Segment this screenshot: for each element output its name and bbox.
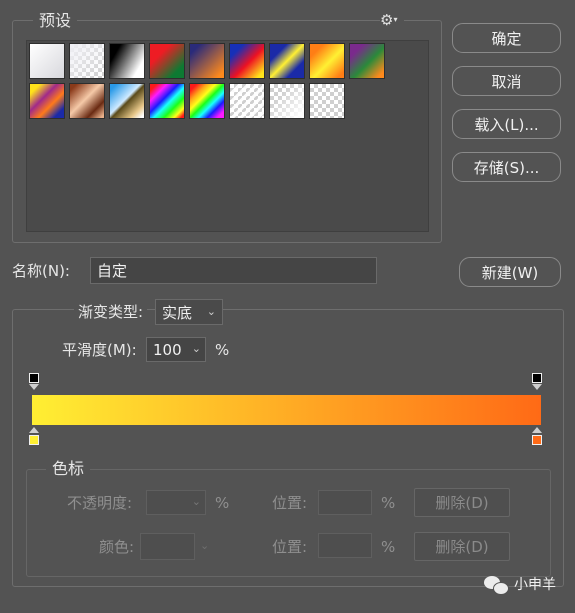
chevron-down-icon: ▾ [393, 15, 398, 24]
preset-red-green[interactable] [149, 43, 185, 79]
ok-button[interactable]: 确定 [452, 23, 561, 53]
gear-icon[interactable]: ⚙▾ [380, 10, 404, 30]
name-input[interactable]: 自定 [90, 257, 377, 284]
color-stop-swatch [29, 435, 39, 445]
delete-opacity-stop-button: 删除(D) [414, 488, 510, 517]
cancel-button[interactable]: 取消 [452, 66, 561, 96]
preset-transparent-stripes[interactable] [229, 83, 265, 119]
gradient-bar[interactable] [32, 395, 541, 425]
stop-pointer [532, 384, 542, 390]
color-location-percent: % [381, 538, 396, 556]
gradient-type-label: 渐变类型: [74, 302, 148, 322]
presets-legend: 预设 [33, 11, 78, 31]
chevron-down-icon: ⌄ [191, 342, 201, 355]
opacity-location-percent: % [381, 494, 396, 512]
preset-foreground-to-background[interactable] [29, 43, 65, 79]
color-stop-left[interactable] [28, 427, 40, 447]
save-button[interactable]: 存储(S)... [452, 152, 561, 182]
color-location-input [318, 533, 372, 558]
smoothness-value: 100 [153, 340, 182, 359]
opacity-input: ⌄ [146, 490, 206, 515]
preset-black-white[interactable] [109, 43, 145, 79]
name-label: 名称(N): [12, 262, 70, 280]
preset-violet-green-orange[interactable] [349, 43, 385, 79]
load-button[interactable]: 载入(L)... [452, 109, 561, 139]
preset-orange-yellow-orange[interactable] [309, 43, 345, 79]
smoothness-label: 平滑度(M): [62, 341, 137, 359]
stops-legend: 色标 [46, 459, 91, 479]
stop-pointer [29, 384, 39, 390]
preset-blue-red-yellow[interactable] [229, 43, 265, 79]
preset-violet-orange[interactable] [189, 43, 225, 79]
stop-pointer [29, 427, 39, 433]
opacity-stop-right[interactable] [531, 373, 543, 393]
gradient-type-value: 实底 [162, 303, 193, 322]
preset-blue-yellow-blue[interactable] [269, 43, 305, 79]
chevron-down-icon: ⌄ [206, 305, 216, 318]
opacity-location-input [318, 490, 372, 515]
color-stop-swatch [532, 435, 542, 445]
gear-glyph: ⚙ [380, 11, 394, 29]
preset-transparent-checker[interactable] [309, 83, 345, 119]
preset-foreground-to-transparent[interactable] [69, 43, 105, 79]
opacity-location-label: 位置: [272, 494, 308, 512]
preset-chrome[interactable] [109, 83, 145, 119]
preset-spectrum[interactable] [149, 83, 185, 119]
smoothness-input[interactable]: 100 ⌄ [146, 337, 206, 362]
gradient-type-select[interactable]: 实底 ⌄ [155, 299, 223, 325]
chevron-down-icon: ⌄ [200, 539, 210, 552]
opacity-label: 不透明度: [67, 494, 133, 512]
preset-transparent-rainbow[interactable] [189, 83, 225, 119]
color-stop-right[interactable] [531, 427, 543, 447]
opacity-stop-left[interactable] [28, 373, 40, 393]
preset-yellow-violet-orange-blue[interactable] [29, 83, 65, 119]
opacity-percent: % [215, 494, 230, 512]
watermark-text: 小申羊 [514, 577, 556, 593]
color-label: 颜色: [99, 538, 135, 556]
opacity-stop-swatch [29, 373, 39, 383]
opacity-stop-swatch [532, 373, 542, 383]
preset-neutral-density[interactable] [269, 83, 305, 119]
delete-color-stop-button: 删除(D) [414, 532, 510, 561]
chevron-down-icon: ⌄ [191, 495, 201, 508]
new-button[interactable]: 新建(W) [459, 257, 561, 287]
preset-copper[interactable] [69, 83, 105, 119]
preset-gradient-list[interactable] [26, 40, 429, 232]
color-location-label: 位置: [272, 538, 308, 556]
stop-pointer [532, 427, 542, 433]
wechat-icon [484, 574, 510, 596]
color-swatch-input [140, 533, 195, 560]
smoothness-percent: % [215, 341, 230, 359]
